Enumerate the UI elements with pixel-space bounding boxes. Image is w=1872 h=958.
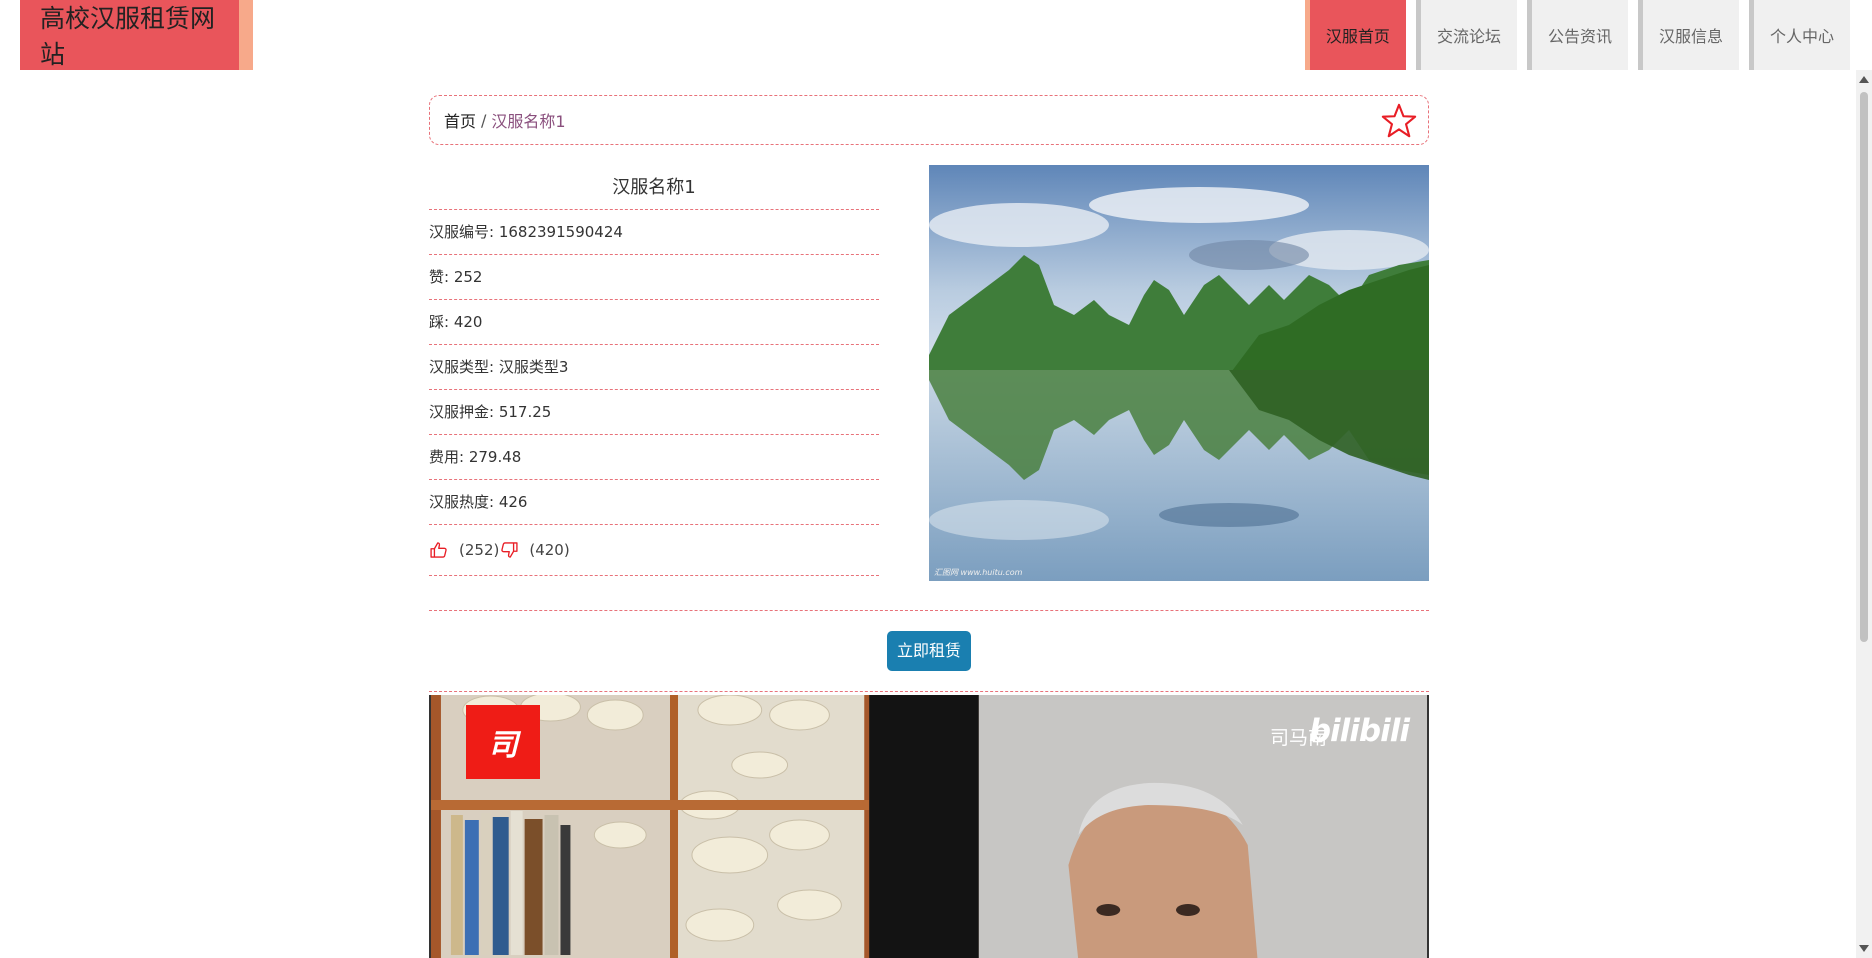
scroll-down-arrow-icon[interactable] [1859, 945, 1869, 952]
thumbs-down-icon [501, 542, 518, 558]
thumbs-up-icon [430, 542, 447, 558]
rent-button[interactable]: 立即租赁 [886, 631, 971, 671]
thumbs-up-button[interactable]: (252) [429, 540, 499, 560]
nav-item-hanfu-info[interactable]: 汉服信息 [1637, 0, 1739, 70]
field-type: 汉服类型: 汉服类型3 [429, 345, 879, 390]
field-dislikes: 踩: 420 [429, 300, 879, 345]
breadcrumb-current: 汉服名称1 [491, 112, 566, 131]
site-header: 高校汉服租赁网站 汉服首页 交流论坛 公告资讯 汉服信息 个人中心 [0, 0, 1872, 70]
field-label: 汉服押金 [429, 403, 490, 421]
field-deposit: 汉服押金: 517.25 [429, 390, 879, 435]
thumbs-up-count: (252) [459, 541, 500, 559]
channel-logo: 司 [466, 705, 540, 779]
field-label: 费用 [429, 448, 460, 466]
scrollbar-thumb[interactable] [1860, 92, 1868, 642]
field-value: 汉服类型3 [498, 358, 569, 376]
field-value: 1682391590424 [498, 223, 623, 241]
field-id: 汉服编号: 1682391590424 [429, 210, 879, 255]
action-bar: 立即租赁 [429, 611, 1429, 691]
detail-section: 汉服名称1 汉服编号: 1682391590424 赞: 252 踩: 420 … [429, 165, 1429, 581]
field-value: 517.25 [498, 403, 552, 421]
field-label: 赞 [429, 268, 445, 286]
hanfu-name: 汉服名称1 [429, 165, 879, 210]
field-label: 汉服编号 [429, 223, 490, 241]
video-player[interactable]: 司 司马南 bilibili [429, 695, 1429, 958]
field-value: 426 [498, 493, 528, 511]
hanfu-photo: 汇图网 www.huitu.com [929, 165, 1429, 581]
breadcrumb: 首页 / 汉服名称1 [429, 95, 1429, 145]
breadcrumb-home[interactable]: 首页 [444, 108, 476, 132]
field-value: 279.48 [468, 448, 522, 466]
field-label: 汉服热度 [429, 493, 490, 511]
nav-item-home[interactable]: 汉服首页 [1304, 0, 1406, 70]
field-popularity: 汉服热度: 426 [429, 480, 879, 525]
field-value: 420 [453, 313, 483, 331]
divider [429, 691, 1429, 692]
breadcrumb-separator: / [481, 110, 487, 130]
nav-item-forum[interactable]: 交流论坛 [1415, 0, 1517, 70]
thumbs-down-button[interactable]: (420) [499, 540, 570, 560]
scroll-up-arrow-icon[interactable] [1859, 76, 1869, 83]
thumbs-down-count: (420) [529, 541, 570, 559]
site-title: 高校汉服租赁网站 [40, 4, 216, 69]
main-nav: 汉服首页 交流论坛 公告资讯 汉服信息 个人中心 [1295, 0, 1850, 70]
nav-item-profile[interactable]: 个人中心 [1748, 0, 1850, 70]
field-value: 252 [453, 268, 483, 286]
info-panel: 汉服名称1 汉服编号: 1682391590424 赞: 252 踩: 420 … [429, 165, 879, 576]
main-content: 首页 / 汉服名称1 汉服名称1 汉服编号: 1682391590424 赞: … [429, 95, 1429, 958]
platform-watermark: bilibili [1308, 713, 1410, 749]
field-label: 踩 [429, 313, 445, 331]
star-icon[interactable] [1380, 102, 1418, 140]
vote-row: (252) (420) [429, 525, 879, 576]
field-likes: 赞: 252 [429, 255, 879, 300]
page-scrollbar[interactable] [1856, 70, 1872, 958]
site-logo[interactable]: 高校汉服租赁网站 [20, 0, 253, 70]
nav-item-news[interactable]: 公告资讯 [1526, 0, 1628, 70]
field-label: 汉服类型 [429, 358, 490, 376]
photo-credit: 汇图网 www.huitu.com [934, 568, 1023, 577]
field-fee: 费用: 279.48 [429, 435, 879, 480]
